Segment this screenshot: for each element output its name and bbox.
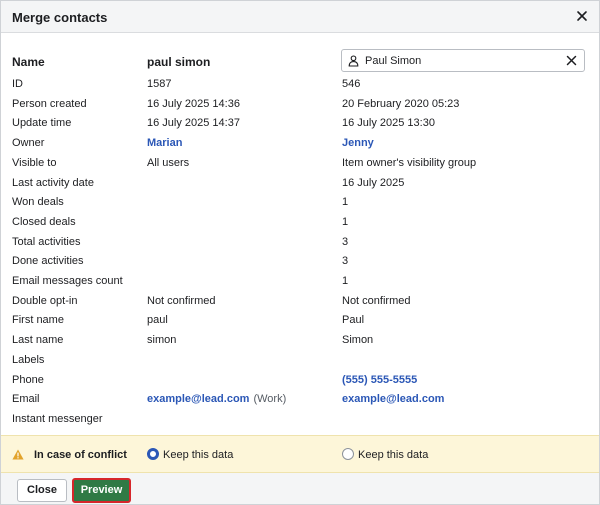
right-value: Simon [342,334,374,346]
warning-icon [12,449,24,460]
left-value-text: 16 July 2025 14:37 [147,117,240,129]
email-type-suffix: (Work) [253,393,287,405]
right-value: Not confirmed [342,295,411,307]
field-label: First name [12,314,64,326]
left-value: simon [147,334,176,346]
keep-right-label: Keep this data [358,449,429,461]
right-value: 16 July 2025 13:30 [342,117,435,129]
merge-contacts-dialog: Merge contacts Name paul simon Paul Simo… [0,0,600,505]
dialog-footer: Close Preview [1,473,599,504]
field-row: Done activities 3 [1,252,599,272]
left-value-text: paul [147,314,168,326]
field-row: Labels [1,351,599,371]
field-row: Last activity date 16 July 2025 [1,174,599,194]
left-value-text[interactable]: Marian [147,137,182,149]
person-select-value: Paul Simon [365,55,422,67]
left-value-text: All users [147,157,190,169]
field-label: ID [12,78,23,90]
field-label: Update time [12,117,72,129]
close-icon[interactable] [575,9,589,23]
field-row: Visible to All users Item owner's visibili… [1,154,599,174]
field-label: Done activities [12,255,84,267]
field-label: Total activities [12,236,81,248]
clear-icon[interactable] [566,55,577,66]
name-label: Name [12,55,45,69]
right-value: Item owner's visibility group [342,157,477,169]
field-label: Email messages count [12,275,123,287]
preview-button[interactable]: Preview [72,478,131,503]
left-value: All users [147,157,189,169]
field-label: Closed deals [12,216,76,228]
field-label: Labels [12,354,45,366]
left-value-text: 1587 [147,78,172,90]
radio-button-unchecked[interactable] [342,448,354,460]
right-value: 16 July 2025 [342,177,405,189]
field-label: Double opt-in [12,295,78,307]
right-value: 1 [342,196,349,208]
left-value: 16 July 2025 14:36 [147,98,240,110]
right-value: 1 [342,216,349,228]
dialog-header: Merge contacts [1,1,599,33]
right-value[interactable]: example@lead.com [342,393,444,405]
right-value: 20 February 2020 05:23 [342,98,460,110]
right-value[interactable]: Jenny [342,137,374,149]
right-value[interactable]: (555) 555-5555 [342,374,417,386]
field-row: Closed deals 1 [1,213,599,233]
left-value: 1587 [147,78,171,90]
close-button[interactable]: Close [17,479,67,502]
left-value[interactable]: example@lead.com (Work) [147,393,286,405]
right-value: 3 [342,236,349,248]
dialog-title: Merge contacts [12,10,108,25]
field-row: Won deals 1 [1,193,599,213]
person-select[interactable]: Paul Simon [341,49,585,72]
field-label: Person created [12,98,87,110]
field-row: Double opt-in Not confirmed Not confirmed [1,292,599,312]
field-row: Last name simon Simon [1,331,599,351]
conflict-label: In case of conflict [34,449,127,461]
right-value: 3 [342,255,349,267]
field-label: Last activity date [12,177,94,189]
left-value-text: Not confirmed [147,295,216,307]
field-label: Owner [12,137,45,149]
left-value: Not confirmed [147,295,215,307]
left-value-text: 16 July 2025 14:36 [147,98,240,110]
merge-table: Name paul simon Paul Simon ID 1587 546 Pers… [1,33,599,435]
field-row: Total activities 3 [1,233,599,253]
field-label: Instant messenger [12,413,103,425]
field-row: Update time 16 July 2025 14:37 16 July 202… [1,114,599,134]
left-value-text[interactable]: example@lead.com [147,393,249,405]
left-value: 16 July 2025 14:37 [147,117,240,129]
left-value: paul [147,314,168,326]
field-label: Last name [12,334,64,346]
conflict-bar: In case of conflict Keep this data Keep … [1,435,599,473]
name-left-value: paul simon [147,55,211,69]
field-row: Phone (555) 555-5555 [1,371,599,391]
radio-button-checked[interactable] [147,448,159,460]
right-value: 546 [342,78,361,90]
person-icon [348,55,359,67]
field-label: Phone [12,374,44,386]
right-value: 1 [342,275,349,287]
left-value-text: simon [147,334,177,346]
field-label: Won deals [12,196,64,208]
field-row: Person created 16 July 2025 14:36 20 Febru… [1,95,599,115]
field-label: Visible to [12,157,57,169]
field-row: Email example@lead.com (Work) example@lead.… [1,390,599,410]
field-row: First name paul Paul [1,311,599,331]
left-value[interactable]: Marian [147,137,182,149]
keep-left-label: Keep this data [163,449,234,461]
field-row: ID 1587 546 [1,75,599,95]
field-row: Instant messenger [1,410,599,430]
field-label: Email [12,393,40,405]
right-value: Paul [342,314,365,326]
field-row: Email messages count 1 [1,272,599,292]
field-row: Owner Marian Jenny [1,134,599,154]
